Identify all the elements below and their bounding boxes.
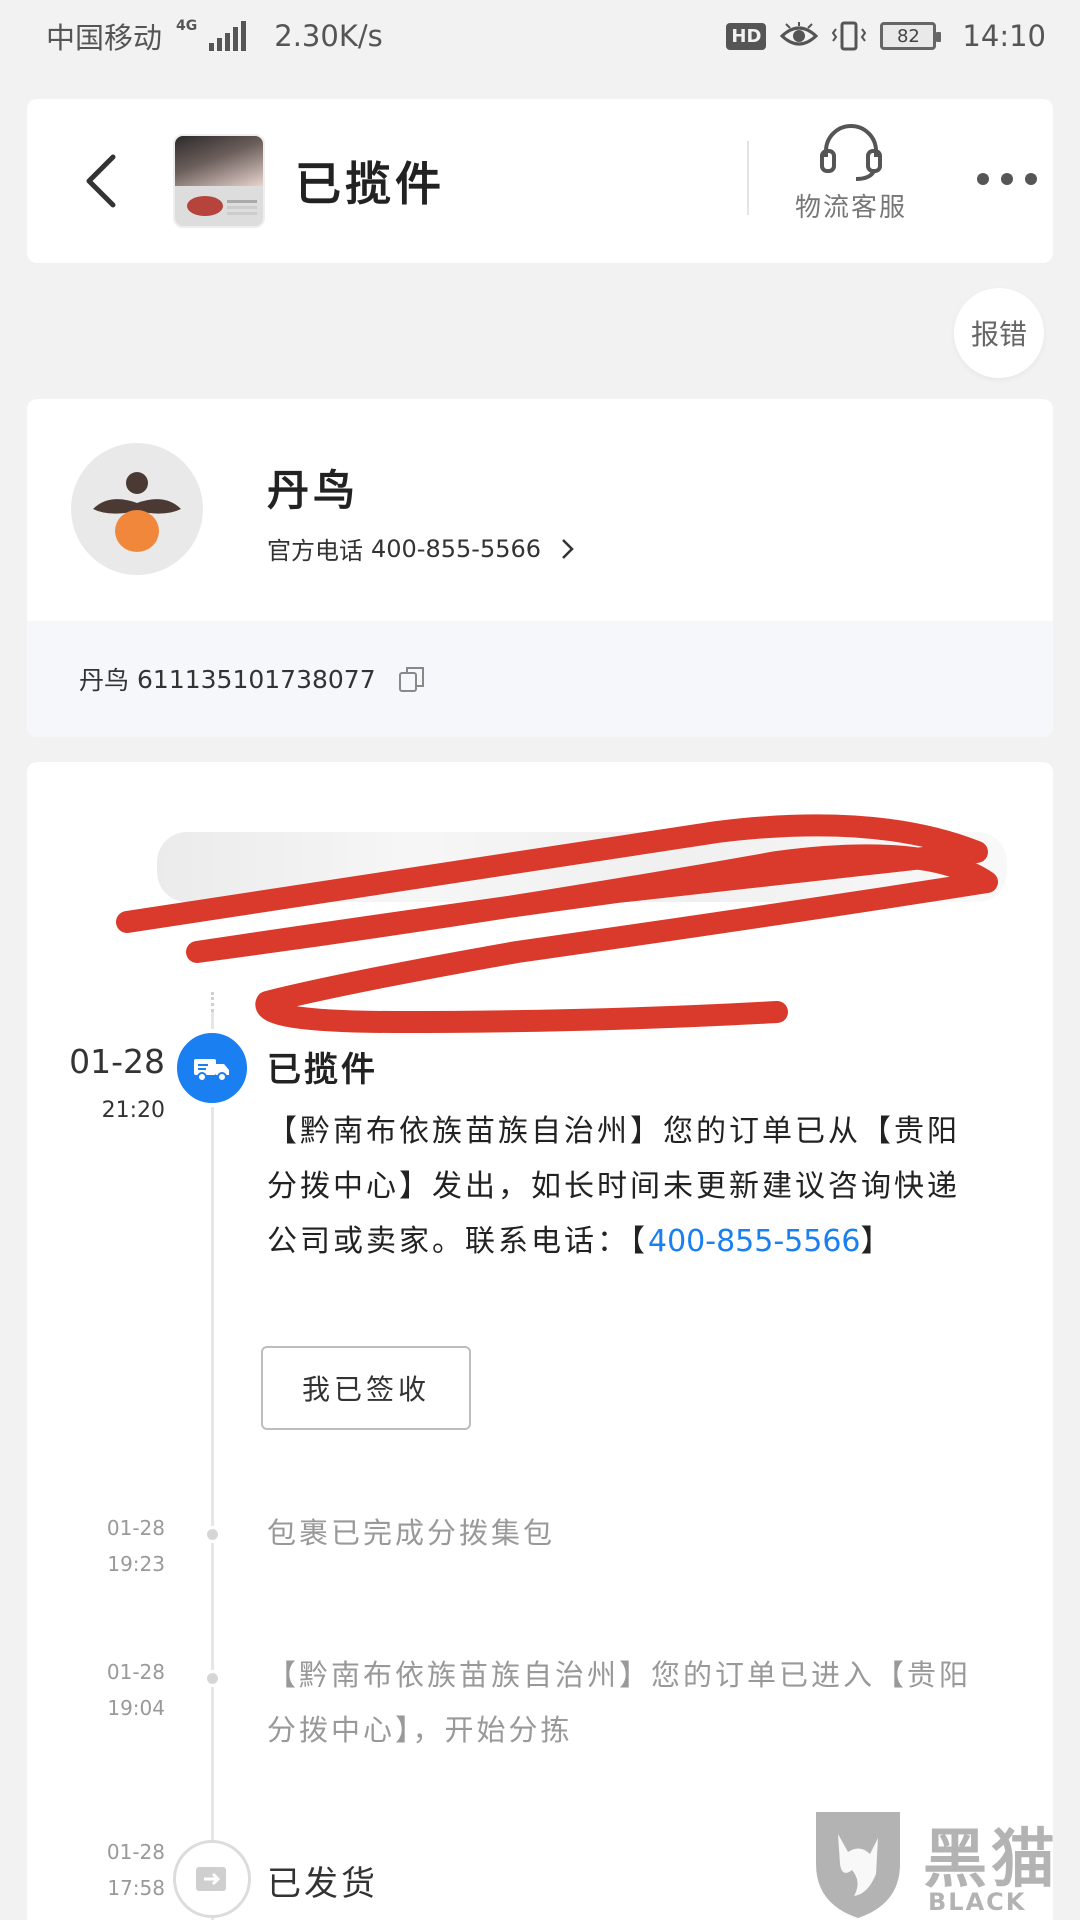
thumbnail-photo (175, 136, 263, 186)
blackcat-logo-icon (816, 1812, 900, 1918)
event-time: 19:04 (107, 1696, 165, 1720)
page-title: 已揽件 (295, 157, 445, 211)
network-speed: 2.30K/s (274, 19, 383, 53)
eye-comfort-icon (780, 22, 819, 46)
status-bar: 中国移动 4G 2.30K/s HD 82 14:10 (0, 0, 1080, 72)
courier-card: 丹鸟 官方电话 400-855-5566 丹鸟 611135101738077 (27, 399, 1053, 737)
vibrate-icon (832, 21, 867, 51)
courier-logo-icon (93, 472, 181, 552)
report-error-button[interactable]: 报错 (954, 288, 1044, 378)
watermark-text: 黑猫 (923, 1823, 1059, 1897)
back-icon (86, 154, 116, 208)
event-time: 21:20 (101, 1098, 165, 1123)
event-desc-suffix: 】 (860, 1224, 894, 1259)
chevron-right-icon (562, 538, 574, 559)
signal-icon (209, 21, 247, 51)
event-date: 01-28 (106, 1516, 165, 1540)
thumbnail-text (227, 200, 257, 203)
product-thumbnail[interactable] (173, 134, 265, 228)
event-title: 已揽件 (267, 1050, 378, 1090)
headset-icon (820, 124, 882, 181)
event-title: 已发货 (267, 1864, 378, 1904)
timeline-line (211, 1012, 214, 1920)
status-left: 中国移动 4G 2.30K/s (46, 15, 383, 57)
event-time: 17:58 (107, 1876, 165, 1900)
event-date: 01-28 (69, 1042, 165, 1081)
redaction-scribble (116, 814, 998, 1033)
copy-icon[interactable] (398, 665, 426, 693)
event-description: 【黔南布依族苗族自治州】您的订单已从【贵阳分拨中心】发出，如长时间未更新建议咨询… (267, 1104, 987, 1269)
confirm-received-button[interactable]: 我已签收 (261, 1346, 471, 1430)
courier-phone-link[interactable]: 官方电话 400-855-5566 (267, 531, 575, 566)
customer-service-label: 物流客服 (794, 193, 907, 223)
carrier-name: 中国移动 (46, 21, 163, 55)
watermark-subtext: BLACK CAT (928, 1888, 1027, 1920)
header-divider (747, 141, 749, 215)
event-phone-link[interactable]: 400-855-5566 (648, 1224, 861, 1259)
battery-icon: 82 (880, 22, 942, 50)
tracking-number-row: 丹鸟 611135101738077 (27, 621, 1053, 737)
event-time: 19:23 (107, 1552, 165, 1576)
timeline-dot (204, 1526, 221, 1543)
clock: 14:10 (962, 19, 1046, 53)
timeline-dot (204, 1670, 221, 1687)
truck-icon (173, 1029, 251, 1107)
event-description: 【黔南布依族苗族自治州】您的订单已进入【贵阳分拨中心】，开始分拣 (267, 1658, 972, 1747)
shipping-icon (173, 1840, 251, 1918)
more-icon[interactable] (977, 159, 1037, 199)
courier-logo (71, 443, 203, 575)
tracking-company: 丹鸟 (79, 666, 130, 695)
tracking-number: 611135101738077 (137, 664, 376, 694)
status-right: HD 82 14:10 (726, 19, 1046, 53)
hd-icon: HD (726, 22, 767, 50)
header-card: 已揽件 物流客服 (27, 99, 1053, 263)
phone-label: 官方电话 (267, 537, 363, 565)
event-date: 01-28 (106, 1840, 165, 1864)
customer-service-button[interactable]: 物流客服 (791, 123, 911, 224)
phone-number: 400-855-5566 (371, 534, 542, 563)
network-type: 4G (176, 18, 198, 34)
timeline-card: 01-28 21:20 已揽件 【黔南布依族苗族自治州】您的订单已从【贵阳分拨中… (27, 762, 1053, 1920)
event-date: 01-28 (106, 1660, 165, 1684)
blackcat-watermark: 黑猫 BLACK CAT (808, 1804, 1080, 1920)
courier-name: 丹鸟 (267, 466, 360, 515)
event-description: 包裹已完成分拨集包 (267, 1516, 556, 1550)
back-button[interactable] (83, 141, 153, 221)
thumbnail-lips (187, 196, 223, 216)
